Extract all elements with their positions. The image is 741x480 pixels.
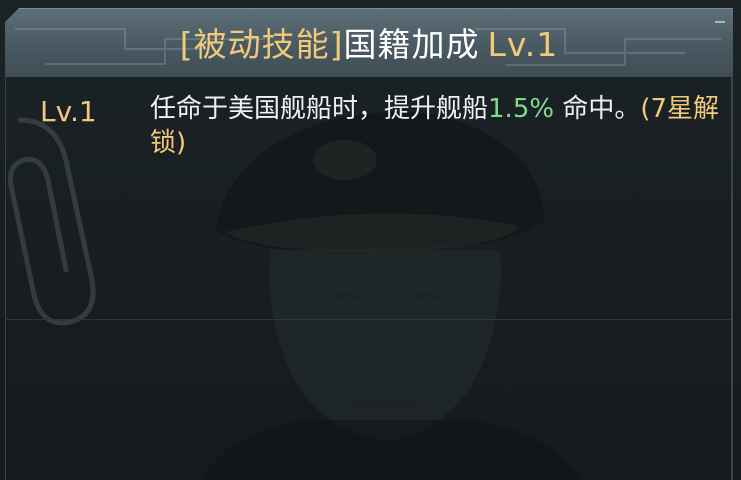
skill-level-label: Lv.1 bbox=[40, 95, 97, 128]
divider bbox=[5, 319, 731, 320]
bonus-value: 1.5% bbox=[488, 94, 555, 124]
desc-text-2: 命中。 bbox=[562, 94, 641, 124]
skill-tooltip-panel: [被动技能]国籍加成 Lv.1 Lv.1 任命于美国舰船时，提升舰船1.5% 命中… bbox=[0, 0, 741, 480]
skill-title: [被动技能]国籍加成 Lv.1 bbox=[5, 25, 733, 65]
header-corner-mark bbox=[715, 21, 725, 23]
skill-header: [被动技能]国籍加成 Lv.1 bbox=[5, 8, 733, 77]
skill-name: 国籍加成 bbox=[343, 25, 480, 64]
skill-header-level: Lv.1 bbox=[487, 25, 559, 64]
skill-description: 任命于美国舰船时，提升舰船1.5% 命中。(7星解锁) bbox=[150, 92, 720, 160]
desc-text-1: 任命于美国舰船时，提升舰船 bbox=[150, 94, 489, 124]
skill-type-label: [被动技能] bbox=[179, 25, 344, 64]
